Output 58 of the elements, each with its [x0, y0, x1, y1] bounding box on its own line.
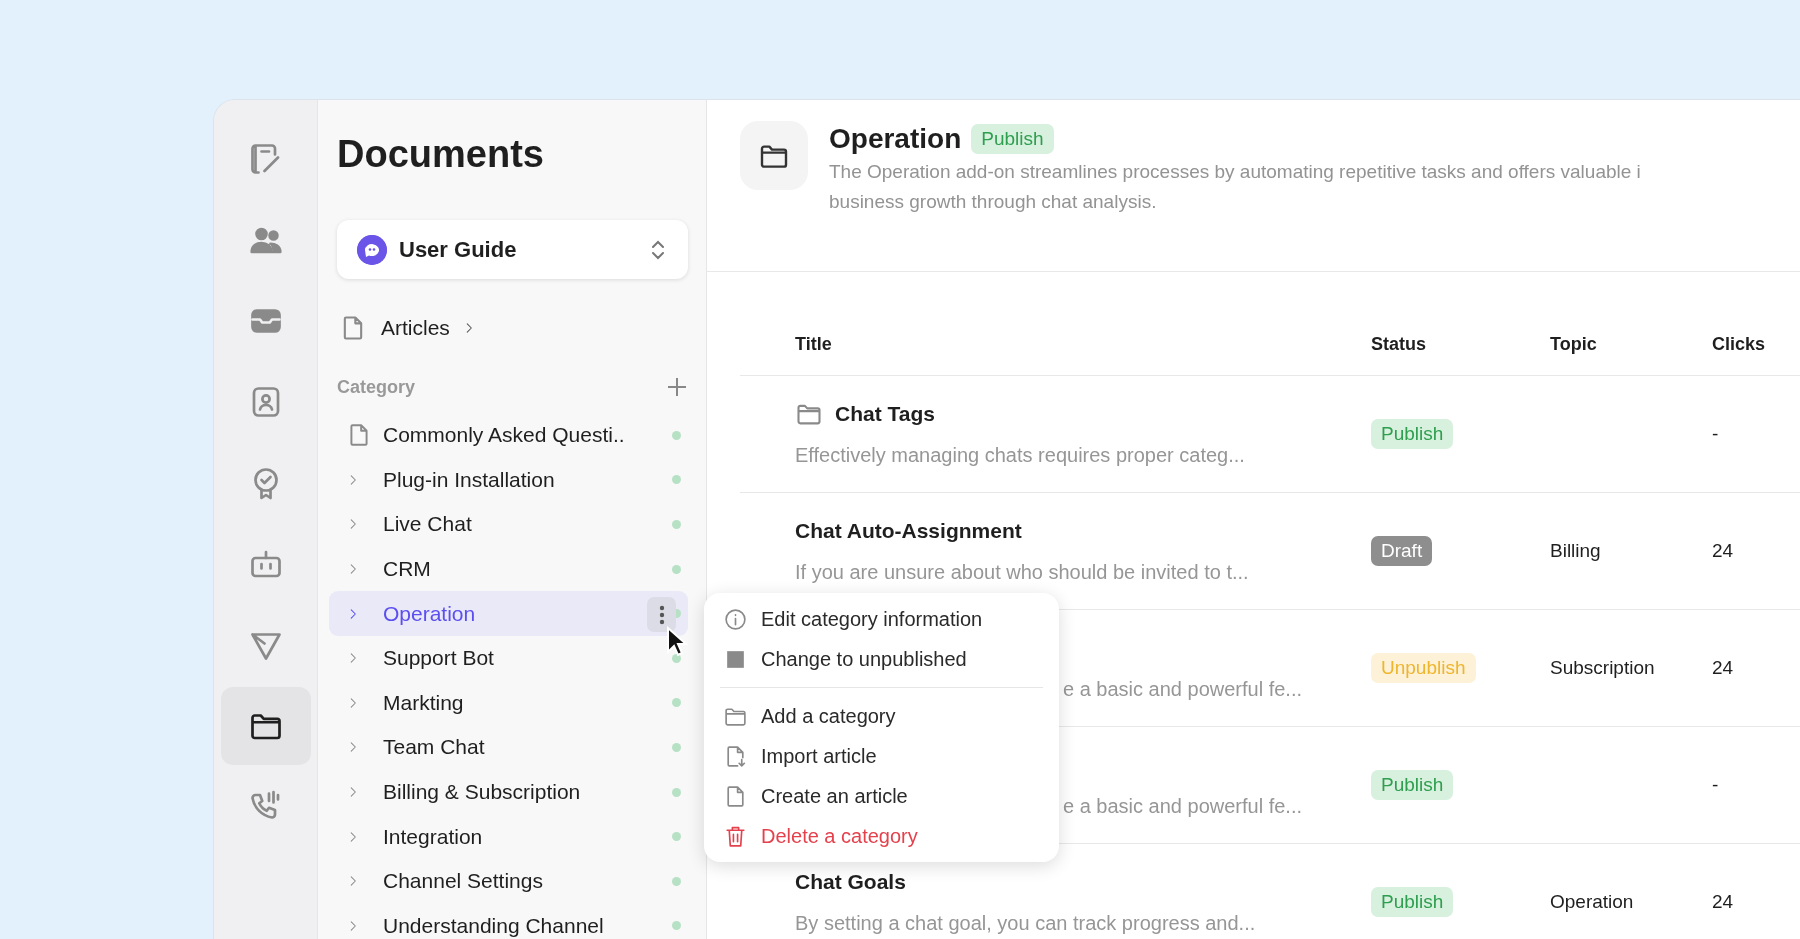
column-header: Status	[1371, 333, 1427, 355]
category-item[interactable]: CRM	[329, 546, 688, 592]
page-title: Documents	[337, 132, 544, 177]
column-header: Clicks	[1712, 333, 1767, 355]
chat-logo-icon	[357, 234, 387, 265]
articles-link[interactable]: Articles	[381, 316, 476, 340]
category-item[interactable]: Markting	[329, 680, 688, 726]
category-item[interactable]: Plug-in Installation	[329, 457, 688, 503]
status-badge: Publish	[1371, 887, 1454, 917]
clicks-count: 24	[1712, 540, 1734, 561]
clicks-count: 24	[1712, 657, 1734, 678]
topic-text: Subscription	[1550, 657, 1655, 678]
category-item[interactable]: Integration	[329, 814, 688, 859]
description-line: business growth through chat analysis.	[829, 190, 1158, 214]
clicks-count: -	[1712, 423, 1719, 444]
row-description: If you are unsure about who should be invited to t...	[795, 560, 1250, 584]
section-header: Category	[337, 376, 416, 398]
clicks-count: -	[1712, 774, 1719, 795]
row-title[interactable]: Chat Auto-Assignment	[795, 518, 1022, 543]
menu-item[interactable]: Delete a category	[704, 816, 1059, 856]
space-switcher[interactable]: User Guide	[337, 220, 688, 279]
vertical-dots-icon	[658, 604, 665, 625]
row-title[interactable]: Chat Goals	[795, 869, 906, 894]
category-title: Operation	[829, 123, 962, 155]
row-title[interactable]: Chat Tags	[835, 401, 935, 426]
menu-item[interactable]: Change to unpublished	[704, 639, 1059, 679]
category-item[interactable]: Billing & Subscription	[329, 769, 688, 815]
category-item[interactable]: Operation	[329, 591, 688, 636]
status-badge: Publish	[971, 124, 1054, 154]
rail-item[interactable]	[220, 687, 311, 765]
info-icon	[723, 606, 748, 632]
category-item[interactable]: Live Chat	[329, 502, 688, 547]
menu-item[interactable]: Edit category information	[704, 599, 1059, 639]
add-icon[interactable]	[666, 376, 688, 398]
description-line: The Operation add-on streamlines processes by automating repetitive tasks and offers valuable i	[829, 160, 1641, 184]
more-options-button[interactable]	[647, 597, 676, 633]
category-item[interactable]: Team Chat	[329, 725, 688, 770]
menu-item[interactable]: Import article	[704, 736, 1059, 776]
mouse-cursor-icon	[666, 626, 688, 658]
column-header: Topic	[1550, 333, 1598, 355]
menu-item[interactable]: Create an article	[704, 776, 1059, 816]
row-description: e a basic and powerful fe...	[1063, 794, 1304, 818]
category-item[interactable]: Channel Settings	[329, 858, 688, 904]
status-badge: Unpublish	[1371, 653, 1476, 683]
column-header: Title	[795, 333, 833, 355]
status-badge: Publish	[1371, 770, 1454, 800]
topic-text: Billing	[1550, 540, 1601, 561]
clicks-count: 24	[1712, 891, 1734, 912]
topic-text: Operation	[1550, 891, 1634, 912]
row-description: e a basic and powerful fe...	[1063, 677, 1304, 701]
category-item[interactable]: Commonly Asked Questi..	[329, 413, 688, 458]
category-item[interactable]: Understanding Channel	[329, 903, 688, 939]
row-description: Effectively managing chats requires proper categ...	[795, 443, 1246, 467]
expand-collapse-icon	[650, 238, 666, 261]
status-badge: Draft	[1371, 536, 1433, 566]
menu-item[interactable]: Add a category	[704, 696, 1059, 736]
row-description: By setting a chat goal, you can track progress and...	[795, 911, 1257, 935]
status-badge: Publish	[1371, 419, 1454, 449]
